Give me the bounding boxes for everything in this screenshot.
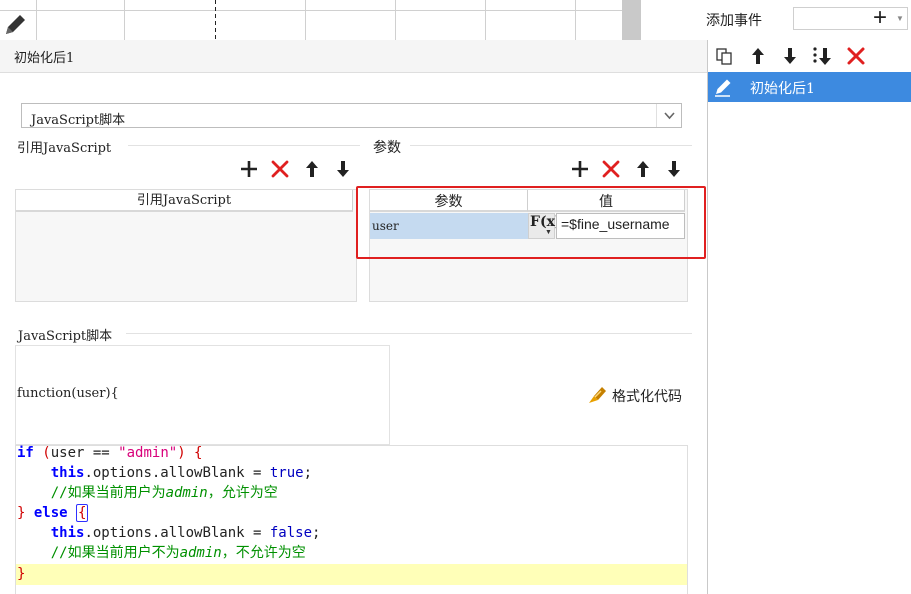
arrow-down-icon[interactable]: [333, 159, 353, 179]
grid-scroll-column: [622, 0, 641, 40]
current-line-highlight: [16, 564, 687, 585]
plus-icon[interactable]: [570, 159, 590, 179]
code-line-2: this.options.allowBlank = true;: [50, 465, 313, 481]
divider: [128, 145, 360, 146]
add-event-combo[interactable]: [793, 7, 908, 30]
panel-title: 初始化后1: [14, 51, 75, 66]
params-section-label: 参数: [373, 139, 401, 155]
copy-icon[interactable]: [714, 45, 736, 67]
delete-icon[interactable]: [845, 45, 867, 67]
arrow-up-icon[interactable]: [747, 45, 769, 67]
arrow-up-icon[interactable]: [302, 159, 322, 179]
script-section-label: JavaScript脚本: [18, 329, 113, 344]
edit-icon: [712, 77, 734, 97]
panel-header: [0, 40, 707, 73]
edit-pencil-icon: [2, 12, 28, 38]
code-line-1: if (user == "admin") {: [17, 445, 203, 461]
function-signature: function(user){: [17, 386, 119, 401]
chevron-down-icon[interactable]: ▼: [896, 14, 904, 23]
arrow-down-icon[interactable]: [779, 45, 801, 67]
ref-js-column-header: 引用JavaScript: [16, 190, 353, 212]
divider: [126, 333, 692, 334]
plus-icon[interactable]: [239, 159, 259, 179]
format-code-button[interactable]: 格式化代码: [612, 386, 682, 406]
plus-icon[interactable]: +: [873, 6, 887, 30]
chevron-down-icon[interactable]: [656, 104, 681, 127]
script-type-value: JavaScript脚本: [31, 113, 126, 128]
arrow-up-icon[interactable]: [633, 159, 653, 179]
code-line-6: //如果当前用户不为admin，不允许为空: [50, 545, 306, 561]
code-line-4: } else {: [17, 504, 89, 522]
move-bottom-icon[interactable]: [811, 45, 833, 67]
highlight-box: [356, 186, 706, 259]
report-grid-strip: [0, 0, 641, 40]
delete-icon[interactable]: [601, 159, 621, 179]
code-line-5: this.options.allowBlank = false;: [50, 525, 321, 541]
delete-icon[interactable]: [270, 159, 290, 179]
event-item-label: 初始化后1: [750, 81, 815, 97]
divider: [410, 145, 692, 146]
arrow-down-icon[interactable]: [664, 159, 684, 179]
brush-icon[interactable]: [586, 384, 608, 406]
ref-js-section-label: 引用JavaScript: [17, 141, 112, 156]
code-line-7: }: [17, 566, 26, 582]
code-line-3: //如果当前用户为admin，允许为空: [50, 485, 278, 501]
add-event-label: 添加事件: [706, 12, 762, 28]
event-panel: [707, 40, 911, 594]
